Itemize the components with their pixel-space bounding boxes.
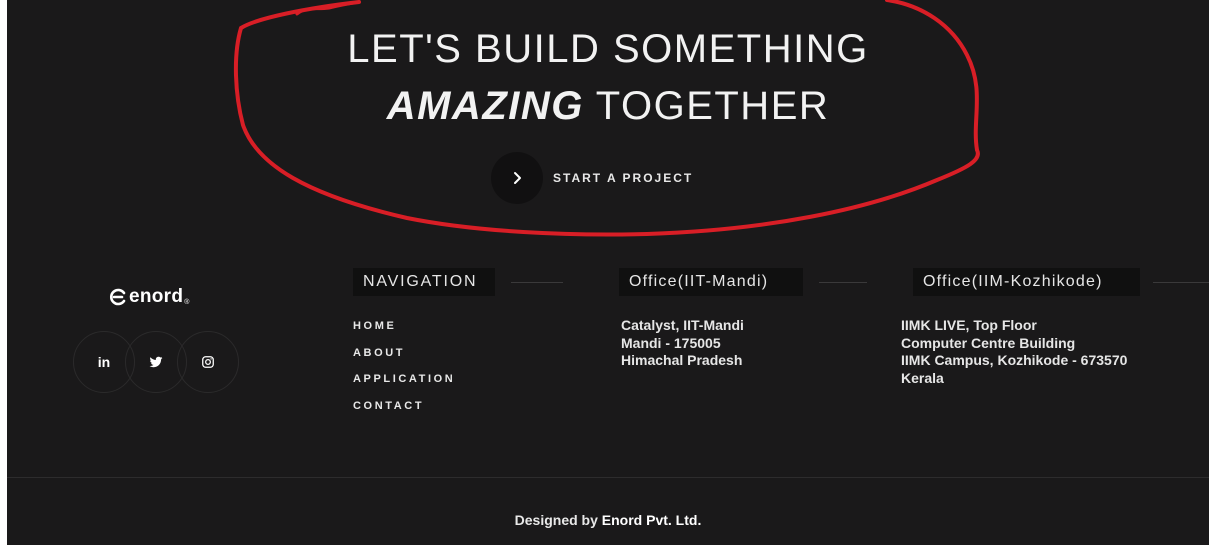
heading-divider bbox=[511, 282, 563, 283]
nav-link-home[interactable]: HOME bbox=[353, 320, 455, 347]
footer-divider bbox=[7, 477, 1209, 478]
credit-brand-link[interactable]: Enord Pvt. Ltd. bbox=[602, 512, 702, 528]
footer-navigation: HOME ABOUT APPLICATION CONTACT bbox=[353, 320, 455, 426]
linkedin-icon: in bbox=[97, 354, 111, 370]
address-line: Mandi - 175005 bbox=[621, 334, 721, 351]
enord-logo-mark-icon bbox=[110, 288, 126, 306]
hero-title-rest: TOGETHER bbox=[595, 84, 830, 128]
address-line: Kerala bbox=[901, 369, 944, 386]
instagram-button[interactable] bbox=[177, 331, 239, 393]
footer-page: LET'S BUILD SOMETHING AMAZING TOGETHER S… bbox=[7, 0, 1209, 545]
nav-link-contact[interactable]: CONTACT bbox=[353, 400, 455, 427]
office-iit-mandi-address: Catalyst, IIT-Mandi Mandi - 175005 Himac… bbox=[621, 317, 744, 370]
office-iim-kozhikode-address: IIMK LIVE, Top Floor Computer Centre Bui… bbox=[901, 317, 1127, 387]
nav-link-application[interactable]: APPLICATION bbox=[353, 373, 455, 400]
cta-circle[interactable] bbox=[491, 152, 543, 204]
twitter-icon bbox=[149, 356, 163, 368]
address-line: Himachal Pradesh bbox=[621, 352, 743, 368]
hero-title-line-1: LET'S BUILD SOMETHING bbox=[347, 27, 869, 71]
start-project-button[interactable]: START A PROJECT bbox=[491, 151, 693, 205]
hero-title-line-2: AMAZING TOGETHER bbox=[7, 86, 1209, 126]
heading-divider bbox=[819, 282, 867, 283]
address-line: Computer Centre Building bbox=[901, 334, 1076, 351]
navigation-heading: NAVIGATION bbox=[353, 268, 495, 296]
cta-label: START A PROJECT bbox=[553, 171, 694, 185]
chevron-right-icon bbox=[514, 172, 521, 184]
address-line: IIMK Campus, Kozhikode - 673570 bbox=[901, 352, 1128, 368]
credit-prefix: Designed by bbox=[514, 512, 598, 528]
enord-logo[interactable]: enord ® bbox=[109, 286, 189, 308]
footer-credit: Designed by Enord Pvt. Ltd. bbox=[7, 512, 1209, 528]
address-line: IIMK LIVE, Top Floor bbox=[901, 317, 1037, 333]
nav-link-about[interactable]: ABOUT bbox=[353, 347, 455, 374]
instagram-icon bbox=[202, 356, 214, 368]
hero-title-emphasis: AMAZING bbox=[386, 84, 584, 128]
office-iit-mandi-heading: Office(IIT-Mandi) bbox=[619, 268, 803, 296]
logo-registered: ® bbox=[184, 298, 190, 306]
heading-divider bbox=[1153, 282, 1209, 283]
office-iim-kozhikode-heading: Office(IIM-Kozhikode) bbox=[913, 268, 1140, 296]
address-line: Catalyst, IIT-Mandi bbox=[621, 317, 744, 333]
logo-text: enord bbox=[129, 286, 184, 307]
